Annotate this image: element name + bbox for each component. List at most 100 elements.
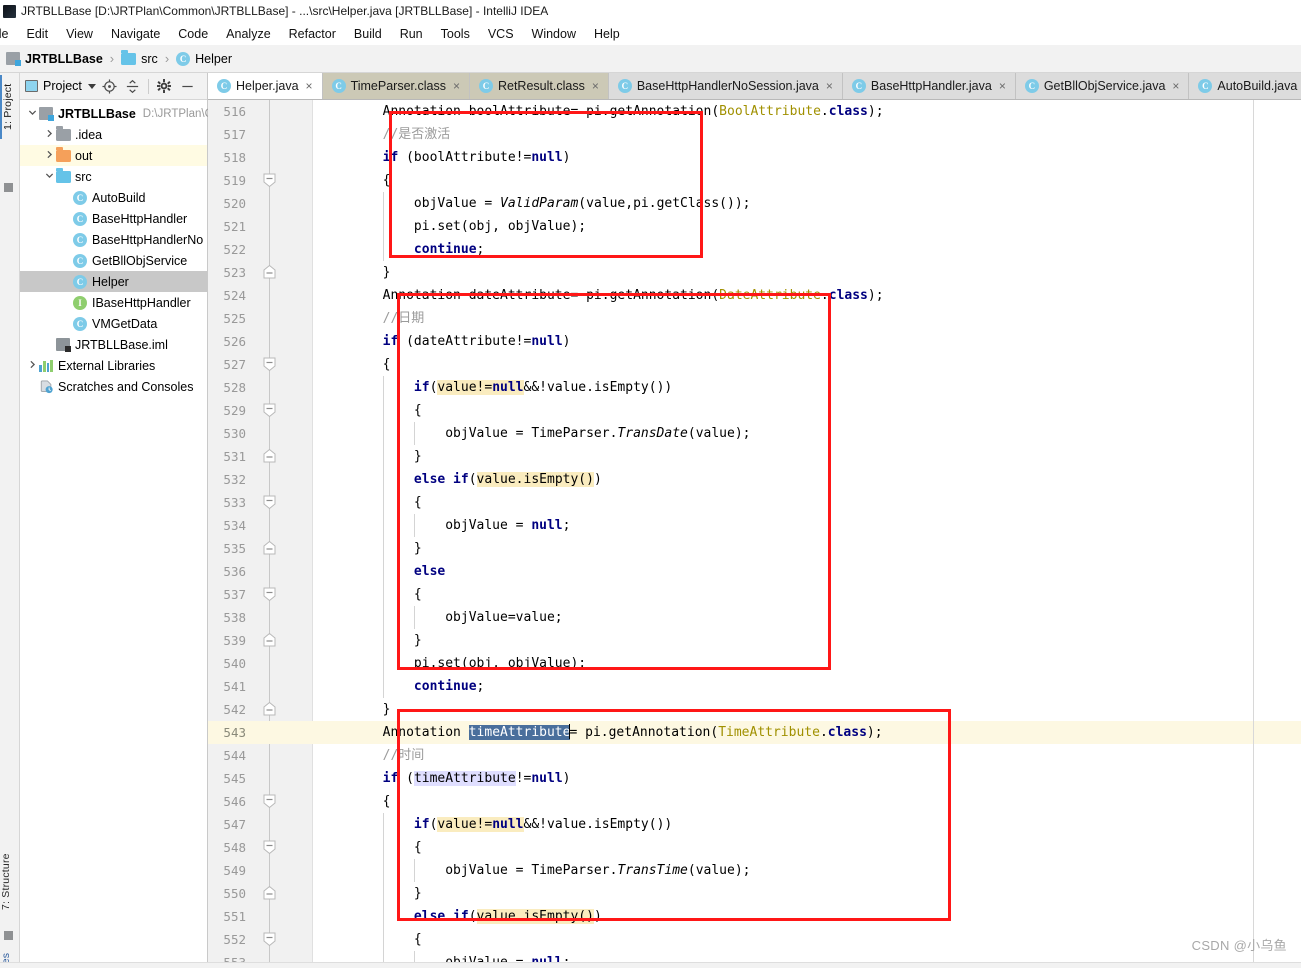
gear-icon[interactable]: [155, 77, 174, 96]
code-line[interactable]: 532 else if(value.isEmpty()): [208, 468, 1301, 491]
fold-collapse-icon[interactable]: [261, 928, 278, 951]
code-line[interactable]: 528 if(value!=null&&!value.isEmpty()): [208, 376, 1301, 399]
editor-tab-autobuild-java[interactable]: CAutoBuild.java×: [1189, 73, 1301, 99]
editor-tab-bar[interactable]: C Helper.java × C TimeParser.class × C RetResul…: [208, 73, 1301, 100]
code-line[interactable]: 552 {: [208, 928, 1301, 951]
breadcrumb-item-jrtbllbase[interactable]: JRTBLLBase: [6, 52, 103, 66]
fold-collapse-icon[interactable]: [261, 790, 278, 813]
chevron-right-icon[interactable]: [43, 129, 56, 140]
locate-file-icon[interactable]: [100, 77, 119, 96]
close-icon[interactable]: ×: [592, 79, 599, 93]
code-line[interactable]: 534 objValue = null;: [208, 514, 1301, 537]
code-line[interactable]: 530 objValue = TimeParser.TransDate(valu…: [208, 422, 1301, 445]
code-line[interactable]: 516 Annotation boolAttribute= pi.getAnno…: [208, 100, 1301, 123]
menu-item-window[interactable]: Window: [523, 25, 585, 43]
tree-item-src[interactable]: src: [20, 166, 207, 187]
menu-item-ile[interactable]: ile: [0, 25, 18, 43]
menu-item-code[interactable]: Code: [169, 25, 217, 43]
fold-expand-icon[interactable]: [261, 629, 278, 652]
fold-collapse-icon[interactable]: [261, 583, 278, 606]
editor-tab-helper-java[interactable]: C Helper.java ×: [208, 73, 323, 99]
code-line[interactable]: 526 if (dateAttribute!=null): [208, 330, 1301, 353]
code-line[interactable]: 529 {: [208, 399, 1301, 422]
code-line[interactable]: 545 if (timeAttribute!=null): [208, 767, 1301, 790]
code-line[interactable]: 535 }: [208, 537, 1301, 560]
tree-item-scratches-and-consoles[interactable]: Scratches and Consoles: [20, 376, 207, 397]
collapse-all-icon[interactable]: [123, 77, 142, 96]
fold-expand-icon[interactable]: [261, 882, 278, 905]
fold-expand-icon[interactable]: [261, 261, 278, 284]
fold-expand-icon[interactable]: [261, 537, 278, 560]
code-line[interactable]: 553 objValue = null;: [208, 951, 1301, 962]
fold-collapse-icon[interactable]: [261, 353, 278, 376]
code-editor[interactable]: 516 Annotation boolAttribute= pi.getAnno…: [208, 100, 1301, 962]
tree-item-jrtbllbase[interactable]: JRTBLLBase D:\JRTPlan\Co: [20, 103, 219, 124]
code-line[interactable]: 548 {: [208, 836, 1301, 859]
menu-item-run[interactable]: Run: [391, 25, 432, 43]
code-line[interactable]: 543 Annotation timeAttribute= pi.getAnno…: [208, 721, 1301, 744]
code-line[interactable]: 551 else if(value.isEmpty()): [208, 905, 1301, 928]
code-line[interactable]: 550 }: [208, 882, 1301, 905]
fold-collapse-icon[interactable]: [261, 399, 278, 422]
code-line[interactable]: 546 {: [208, 790, 1301, 813]
tree-item-autobuild[interactable]: C AutoBuild: [20, 187, 207, 208]
tree-item-helper[interactable]: C Helper: [20, 271, 207, 292]
code-content[interactable]: 516 Annotation boolAttribute= pi.getAnno…: [208, 100, 1301, 962]
fold-collapse-icon[interactable]: [261, 169, 278, 192]
editor-tab-timeparser-class[interactable]: C TimeParser.class ×: [322, 73, 470, 99]
code-line[interactable]: 525 //日期: [208, 307, 1301, 330]
code-line[interactable]: 518 if (boolAttribute!=null): [208, 146, 1301, 169]
project-tree[interactable]: JRTBLLBase D:\JRTPlan\Co .idea out src C AutoB…: [20, 100, 219, 397]
close-icon[interactable]: ×: [826, 79, 833, 93]
code-line[interactable]: 541 continue;: [208, 675, 1301, 698]
editor-tab-getbllobjservice-java[interactable]: C GetBllObjService.java ×: [1015, 73, 1190, 99]
code-line[interactable]: 539 }: [208, 629, 1301, 652]
code-line[interactable]: 523 }: [208, 261, 1301, 284]
chevron-down-icon[interactable]: [43, 171, 56, 182]
close-icon[interactable]: ×: [1172, 79, 1179, 93]
menu-item-analyze[interactable]: Analyze: [217, 25, 279, 43]
tree-item-vmgetdata[interactable]: C VMGetData: [20, 313, 207, 334]
sidebar-tab-project[interactable]: 1: Project: [0, 75, 20, 139]
tree-item-basehttphandler[interactable]: C BaseHttpHandler: [20, 208, 207, 229]
code-line[interactable]: 538 objValue=value;: [208, 606, 1301, 629]
code-line[interactable]: 542 }: [208, 698, 1301, 721]
code-line[interactable]: 537 {: [208, 583, 1301, 606]
code-line[interactable]: 524 Annotation dateAttribute= pi.getAnno…: [208, 284, 1301, 307]
menu-item-navigate[interactable]: Navigate: [102, 25, 169, 43]
tree-item--idea[interactable]: .idea: [20, 124, 207, 145]
tree-item-external-libraries[interactable]: External Libraries: [20, 355, 207, 376]
code-line[interactable]: 531 }: [208, 445, 1301, 468]
close-icon[interactable]: ×: [453, 79, 460, 93]
sidebar-tab-structure[interactable]: 7: Structure: [0, 843, 20, 921]
editor-tab-retresult-class[interactable]: C RetResult.class ×: [469, 73, 609, 99]
hide-panel-icon[interactable]: [178, 77, 197, 96]
code-line[interactable]: 517 //是否激活: [208, 123, 1301, 146]
fold-collapse-icon[interactable]: [261, 491, 278, 514]
code-line[interactable]: 527 {: [208, 353, 1301, 376]
project-view-selector[interactable]: Project: [25, 79, 96, 93]
code-line[interactable]: 540 pi.set(obj, objValue);: [208, 652, 1301, 675]
code-line[interactable]: 533 {: [208, 491, 1301, 514]
code-selection[interactable]: timeAttribute: [468, 725, 571, 740]
code-line[interactable]: 549 objValue = TimeParser.TransTime(valu…: [208, 859, 1301, 882]
tree-item-getbllobjservice[interactable]: C GetBllObjService: [20, 250, 207, 271]
menu-item-tools[interactable]: Tools: [432, 25, 479, 43]
tree-item-basehttphandlerno[interactable]: C BaseHttpHandlerNo: [20, 229, 207, 250]
editor-tab-basehttphandlernosession-java[interactable]: C BaseHttpHandlerNoSession.java ×: [608, 73, 843, 99]
code-line[interactable]: 536 else: [208, 560, 1301, 583]
code-line[interactable]: 547 if(value!=null&&!value.isEmpty()): [208, 813, 1301, 836]
fold-expand-icon[interactable]: [261, 698, 278, 721]
close-icon[interactable]: ×: [306, 79, 313, 93]
code-line[interactable]: 522 continue;: [208, 238, 1301, 261]
tree-item-out[interactable]: out: [20, 145, 207, 166]
code-line[interactable]: 520 objValue = ValidParam(value,pi.getCl…: [208, 192, 1301, 215]
menu-item-refactor[interactable]: Refactor: [280, 25, 345, 43]
breadcrumb-item-src[interactable]: src: [121, 50, 158, 66]
menu-item-view[interactable]: View: [57, 25, 102, 43]
breadcrumb-item-helper[interactable]: C Helper: [176, 51, 232, 66]
tree-item-ibasehttphandler[interactable]: I IBaseHttpHandler: [20, 292, 207, 313]
code-line[interactable]: 544 //时间: [208, 744, 1301, 767]
fold-collapse-icon[interactable]: [261, 836, 278, 859]
tree-item-jrtbllbase-iml[interactable]: JRTBLLBase.iml: [20, 334, 207, 355]
